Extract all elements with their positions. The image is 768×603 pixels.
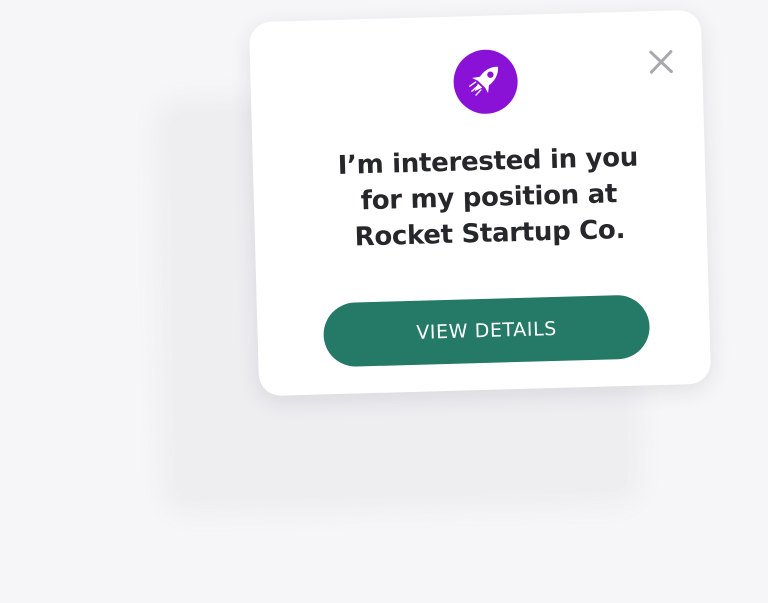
close-button[interactable] — [648, 49, 675, 76]
popup-message: I’m interested in you for my position at… — [292, 138, 685, 257]
job-interest-popup: I’m interested in you for my position at… — [248, 9, 712, 397]
company-logo — [452, 48, 519, 115]
view-details-button[interactable]: VIEW DETAILS — [322, 294, 651, 368]
close-icon — [648, 49, 675, 76]
rocket-icon — [463, 57, 508, 107]
